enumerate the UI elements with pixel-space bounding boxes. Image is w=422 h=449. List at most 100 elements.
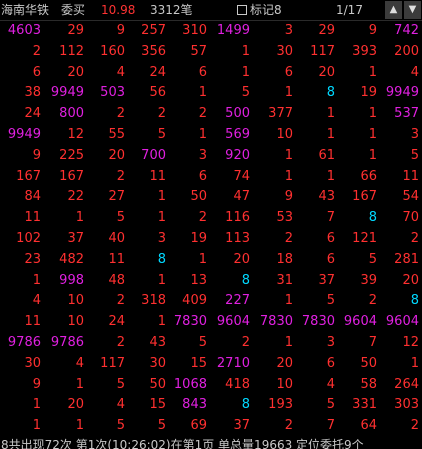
order-volume-cell[interactable]: 38 — [0, 83, 41, 104]
order-volume-cell[interactable]: 1 — [335, 125, 377, 146]
order-volume-cell[interactable]: 8 — [208, 271, 250, 292]
order-volume-cell[interactable]: 10 — [251, 125, 293, 146]
order-volume-cell[interactable]: 57 — [165, 42, 207, 63]
order-volume-cell[interactable]: 13 — [165, 271, 207, 292]
order-volume-cell[interactable]: 500 — [208, 104, 250, 125]
order-volume-cell[interactable]: 331 — [335, 395, 377, 416]
order-volume-cell[interactable]: 66 — [335, 167, 377, 188]
order-volume-cell[interactable]: 56 — [124, 83, 166, 104]
order-volume-cell[interactable]: 7830 — [293, 312, 335, 333]
order-volume-cell[interactable]: 58 — [335, 375, 377, 396]
order-volume-cell[interactable]: 5 — [124, 125, 166, 146]
order-volume-cell[interactable]: 9 — [335, 21, 377, 42]
order-volume-cell[interactable]: 3 — [124, 229, 166, 250]
order-volume-cell[interactable]: 4 — [42, 354, 84, 375]
page-up-button[interactable]: ▲ — [385, 1, 402, 19]
order-volume-cell[interactable]: 27 — [83, 187, 125, 208]
order-volume-cell[interactable]: 3 — [377, 125, 419, 146]
order-volume-cell[interactable]: 43 — [124, 333, 166, 354]
order-volume-cell[interactable]: 102 — [0, 229, 41, 250]
mark-label[interactable]: 标记8 — [250, 2, 282, 18]
order-volume-cell[interactable]: 6 — [165, 167, 207, 188]
order-volume-cell[interactable]: 1 — [251, 83, 293, 104]
order-volume-cell[interactable]: 9786 — [0, 333, 41, 354]
order-volume-cell[interactable]: 2 — [251, 416, 293, 437]
order-volume-cell[interactable]: 15 — [165, 354, 207, 375]
page-down-button[interactable]: ▼ — [404, 1, 421, 19]
order-volume-cell[interactable]: 12 — [42, 125, 84, 146]
order-volume-cell[interactable]: 6 — [165, 63, 207, 84]
order-volume-cell[interactable]: 1 — [165, 250, 207, 271]
order-volume-cell[interactable]: 116 — [208, 208, 250, 229]
order-volume-cell[interactable]: 1 — [335, 146, 377, 167]
order-volume-cell[interactable]: 7830 — [165, 312, 207, 333]
order-volume-cell[interactable]: 29 — [293, 21, 335, 42]
order-volume-cell[interactable]: 31 — [251, 271, 293, 292]
order-volume-cell[interactable]: 167 — [42, 167, 84, 188]
order-volume-cell[interactable]: 19 — [165, 229, 207, 250]
order-volume-cell[interactable]: 69 — [165, 416, 207, 437]
order-volume-cell[interactable]: 3 — [165, 146, 207, 167]
order-volume-cell[interactable]: 409 — [165, 291, 207, 312]
order-volume-cell[interactable]: 30 — [251, 42, 293, 63]
order-volume-cell[interactable]: 9604 — [335, 312, 377, 333]
order-volume-cell[interactable]: 318 — [124, 291, 166, 312]
order-volume-cell[interactable]: 503 — [83, 83, 125, 104]
order-volume-cell[interactable]: 5 — [377, 146, 419, 167]
mark-checkbox[interactable] — [237, 5, 247, 15]
order-volume-cell[interactable]: 10 — [42, 312, 84, 333]
order-volume-cell[interactable]: 20 — [377, 271, 419, 292]
order-volume-cell[interactable]: 20 — [83, 146, 125, 167]
order-volume-cell[interactable]: 1 — [42, 416, 84, 437]
order-volume-cell[interactable]: 10 — [42, 291, 84, 312]
order-volume-cell[interactable]: 537 — [377, 104, 419, 125]
order-volume-cell[interactable]: 4 — [83, 395, 125, 416]
order-volume-cell[interactable]: 1 — [165, 125, 207, 146]
order-volume-cell[interactable]: 569 — [208, 125, 250, 146]
order-volume-cell[interactable]: 24 — [124, 63, 166, 84]
order-volume-cell[interactable]: 700 — [124, 146, 166, 167]
order-volume-cell[interactable]: 8 — [293, 83, 335, 104]
order-volume-cell[interactable]: 8 — [208, 395, 250, 416]
order-volume-cell[interactable]: 1 — [251, 146, 293, 167]
order-volume-cell[interactable]: 9604 — [208, 312, 250, 333]
order-volume-cell[interactable]: 1 — [124, 312, 166, 333]
order-volume-cell[interactable]: 117 — [83, 354, 125, 375]
order-volume-cell[interactable]: 64 — [335, 416, 377, 437]
order-volume-cell[interactable]: 2 — [83, 167, 125, 188]
order-volume-cell[interactable]: 9 — [0, 375, 41, 396]
order-volume-cell[interactable]: 281 — [377, 250, 419, 271]
order-volume-cell[interactable]: 5 — [83, 208, 125, 229]
order-volume-cell[interactable]: 29 — [42, 21, 84, 42]
order-volume-cell[interactable]: 9786 — [42, 333, 84, 354]
order-volume-cell[interactable]: 9 — [83, 21, 125, 42]
order-volume-cell[interactable]: 418 — [208, 375, 250, 396]
order-volume-cell[interactable]: 84 — [0, 187, 41, 208]
order-volume-cell[interactable]: 9949 — [42, 83, 84, 104]
order-volume-cell[interactable]: 6 — [293, 250, 335, 271]
order-volume-cell[interactable]: 37 — [42, 229, 84, 250]
order-volume-cell[interactable]: 6 — [0, 63, 41, 84]
order-volume-cell[interactable]: 160 — [83, 42, 125, 63]
order-volume-cell[interactable]: 2 — [124, 104, 166, 125]
order-volume-cell[interactable]: 3 — [251, 21, 293, 42]
order-volume-cell[interactable]: 9 — [0, 146, 41, 167]
order-volume-cell[interactable]: 1 — [124, 271, 166, 292]
order-volume-cell[interactable]: 30 — [0, 354, 41, 375]
order-volume-cell[interactable]: 2 — [83, 104, 125, 125]
order-volume-cell[interactable]: 5 — [335, 250, 377, 271]
order-volume-cell[interactable]: 1499 — [208, 21, 250, 42]
order-volume-cell[interactable]: 20 — [251, 354, 293, 375]
order-volume-cell[interactable]: 7 — [293, 208, 335, 229]
order-volume-cell[interactable]: 1 — [377, 354, 419, 375]
order-volume-cell[interactable]: 4 — [293, 375, 335, 396]
order-volume-cell[interactable]: 1 — [251, 333, 293, 354]
order-volume-cell[interactable]: 227 — [208, 291, 250, 312]
order-volume-cell[interactable]: 53 — [251, 208, 293, 229]
order-volume-cell[interactable]: 20 — [42, 63, 84, 84]
order-volume-cell[interactable]: 2 — [83, 291, 125, 312]
order-volume-cell[interactable]: 50 — [165, 187, 207, 208]
order-volume-cell[interactable]: 2 — [83, 333, 125, 354]
order-volume-cell[interactable]: 1 — [0, 416, 41, 437]
order-volume-cell[interactable]: 9 — [251, 187, 293, 208]
